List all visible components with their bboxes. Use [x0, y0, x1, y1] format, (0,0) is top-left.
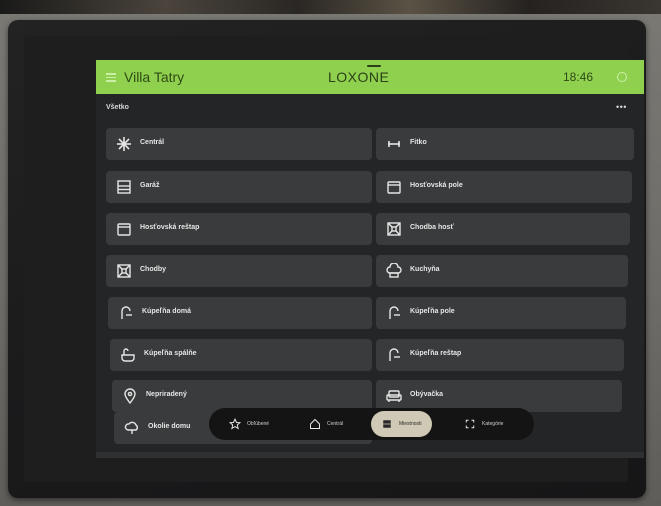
shower-icon: [389, 348, 400, 361]
room-tile-bathroom-pole[interactable]: Kúpeľňa pole: [376, 297, 626, 329]
categories-icon: [465, 419, 475, 429]
rooms-icon: [383, 420, 391, 428]
search-icon[interactable]: [617, 72, 627, 82]
location-pin-icon: [124, 388, 136, 404]
photo-background-top: [0, 0, 661, 14]
nav-categories[interactable]: Kategórie: [464, 408, 503, 440]
tile-label: Chodby: [140, 266, 167, 273]
section-title: Všetko: [106, 104, 129, 111]
tile-label: Kuchyňa: [410, 266, 440, 273]
room-tile-central[interactable]: Centrál: [106, 128, 372, 160]
bottom-nav: Obľúbené Centrál Miestnosti Kategórie: [209, 408, 534, 440]
room-tile-bathroom-restap[interactable]: Kúpeľňa reštap: [376, 339, 624, 371]
tile-label: Kúpeľňa domá: [142, 308, 191, 315]
tile-label: Kúpeľňa reštap: [410, 350, 462, 357]
tile-label: Kúpeľňa pole: [410, 308, 455, 315]
garage-icon: [117, 180, 131, 194]
tile-label: Obývačka: [410, 391, 444, 398]
tile-label: Fitko: [410, 139, 427, 146]
tile-label: Chodba hosť: [410, 224, 454, 231]
shower-icon: [389, 306, 400, 319]
more-options-icon[interactable]: •••: [616, 102, 627, 112]
site-name: Villa Tatry: [124, 69, 185, 85]
app-screen: Villa Tatry LOXONE 18:46 Všetko ••• Cent…: [96, 60, 644, 458]
room-tile-guest-restap[interactable]: Hosťovská reštap: [106, 213, 372, 245]
nav-label: Obľúbené: [247, 421, 270, 427]
shower-icon: [121, 306, 132, 319]
room-tile-guest-pole[interactable]: Hosťovská pole: [376, 171, 632, 203]
tile-label: Garáž: [140, 182, 160, 189]
app-logo: LOXONE: [328, 69, 390, 85]
tile-row-partial: [96, 452, 644, 458]
room-tile-bathroom-bedroom[interactable]: Kúpeľňa spálňe: [110, 339, 372, 371]
nav-label: Centrál: [327, 421, 344, 427]
tile-label: Kúpeľňa spálňe: [144, 350, 197, 357]
room-tile-garage[interactable]: Garáž: [106, 171, 372, 203]
room-tile-fitness[interactable]: Fitko: [376, 128, 634, 160]
app-header: Villa Tatry LOXONE 18:46: [96, 60, 644, 94]
tile-label: Nepriradený: [146, 391, 187, 398]
central-icon: [117, 137, 131, 151]
room-tile-guest-hallway[interactable]: Chodba hosť: [376, 213, 630, 245]
bed-icon: [117, 223, 131, 236]
sofa-icon: [386, 390, 402, 402]
hallway-icon: [117, 264, 131, 278]
room-tile-kitchen[interactable]: Kuchyňa: [376, 255, 628, 287]
bed-icon: [387, 181, 401, 194]
nav-rooms[interactable]: Miestnosti: [371, 411, 432, 437]
tile-label: Okolie domu: [148, 423, 191, 430]
tile-label: Hosťovská pole: [410, 182, 463, 189]
room-tile-hallways[interactable]: Chodby: [106, 255, 372, 287]
bathtub-icon: [121, 348, 135, 362]
star-icon: [229, 418, 241, 430]
chef-hat-icon: [386, 263, 402, 278]
menu-icon[interactable]: [106, 73, 116, 82]
clock: 18:46: [563, 70, 594, 84]
home-icon: [310, 418, 320, 429]
nav-label: Miestnosti: [399, 421, 422, 427]
dumbbell-icon: [388, 141, 400, 147]
nav-central[interactable]: Centrál: [309, 408, 343, 440]
room-tile-bathroom-doma[interactable]: Kúpeľňa domá: [108, 297, 372, 329]
hallway-icon: [387, 222, 401, 236]
tile-label: Hosťovská reštap: [140, 224, 200, 231]
nav-label: Kategórie: [482, 421, 504, 427]
cloud-icon: [124, 421, 138, 434]
logo-mark-icon: [367, 65, 381, 67]
tile-label: Centrál: [140, 139, 165, 146]
nav-favorites[interactable]: Obľúbené: [229, 408, 269, 440]
